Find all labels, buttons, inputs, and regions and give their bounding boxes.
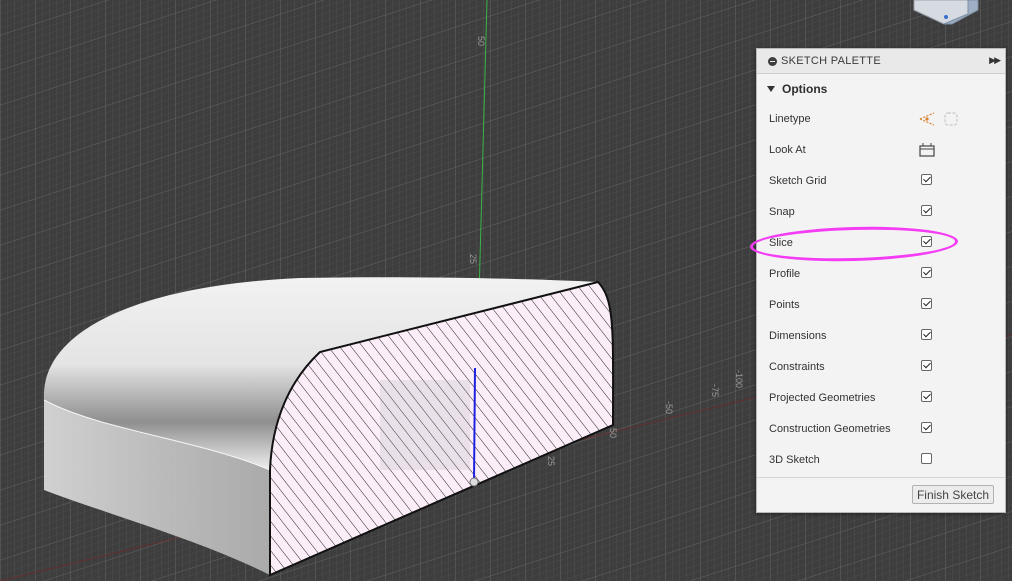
shadow-plane — [380, 380, 470, 470]
construction-line-icon[interactable] — [918, 110, 936, 128]
option-label: Points — [769, 299, 800, 311]
axis-tick-label: -50 — [664, 401, 674, 414]
constraints-checkbox[interactable] — [921, 360, 932, 371]
axis-tick-label: 25 — [468, 254, 478, 264]
option-label: Linetype — [769, 113, 811, 125]
option-label: Slice — [769, 237, 793, 249]
option-row-look-at: Look At — [757, 135, 1005, 166]
snap-checkbox[interactable] — [921, 205, 932, 216]
option-row-points: Points — [757, 290, 1005, 321]
axis-tick-label: 25 — [546, 456, 556, 466]
option-label: Construction Geometries — [769, 423, 891, 435]
option-row-sketch-grid: Sketch Grid — [757, 166, 1005, 197]
axis-tick-label: -100 — [734, 370, 744, 388]
option-row-projected-geometries: Projected Geometries — [757, 383, 1005, 414]
construction-geometries-checkbox[interactable] — [921, 422, 932, 433]
option-label: Snap — [769, 206, 795, 218]
profile-checkbox[interactable] — [921, 267, 932, 278]
option-label: Sketch Grid — [769, 175, 827, 187]
option-row-snap: Snap — [757, 197, 1005, 228]
options-label: Options — [782, 82, 828, 96]
option-label: Look At — [769, 144, 806, 156]
points-checkbox[interactable] — [921, 298, 932, 309]
sketch-palette: SKETCH PALETTE ▶▶ Options Linetype Look … — [756, 48, 1006, 513]
option-label: Constraints — [769, 361, 825, 373]
options-section-toggle[interactable]: Options — [757, 74, 1005, 104]
option-row-linetype: Linetype — [757, 104, 1005, 135]
slice-checkbox[interactable] — [921, 236, 932, 247]
palette-header[interactable]: SKETCH PALETTE ▶▶ — [757, 49, 1005, 74]
palette-title: SKETCH PALETTE — [781, 55, 881, 67]
option-label: 3D Sketch — [769, 454, 820, 466]
option-row-construction-geometries: Construction Geometries — [757, 414, 1005, 445]
palette-footer: Finish Sketch — [757, 477, 1005, 512]
option-row-constraints: Constraints — [757, 352, 1005, 383]
option-row-dimensions: Dimensions — [757, 321, 1005, 352]
dimensions-checkbox[interactable] — [921, 329, 932, 340]
centerline-icon[interactable] — [942, 110, 960, 128]
axis-tick-label: 50 — [476, 36, 486, 46]
projected-geometries-checkbox[interactable] — [921, 391, 932, 402]
axis-tick-label: 50 — [608, 428, 618, 438]
z-axis-line — [473, 367, 476, 483]
look-at-icon[interactable] — [918, 141, 936, 159]
option-label: Dimensions — [769, 330, 827, 342]
option-row-3d-sketch: 3D Sketch — [757, 445, 1005, 476]
triangle-down-icon — [767, 86, 775, 92]
option-row-profile: Profile — [757, 259, 1005, 290]
origin-point[interactable] — [469, 477, 479, 487]
3d-sketch-checkbox[interactable] — [921, 453, 932, 464]
axis-tick-label: -75 — [710, 384, 720, 397]
finish-sketch-button[interactable]: Finish Sketch — [911, 485, 994, 504]
sketch-grid-checkbox[interactable] — [921, 174, 932, 185]
option-row-slice: Slice — [757, 228, 1005, 259]
expand-arrows-icon[interactable]: ▶▶ — [989, 55, 1001, 66]
collapse-icon[interactable] — [768, 56, 777, 66]
option-label: Projected Geometries — [769, 392, 876, 404]
option-label: Profile — [769, 268, 801, 280]
